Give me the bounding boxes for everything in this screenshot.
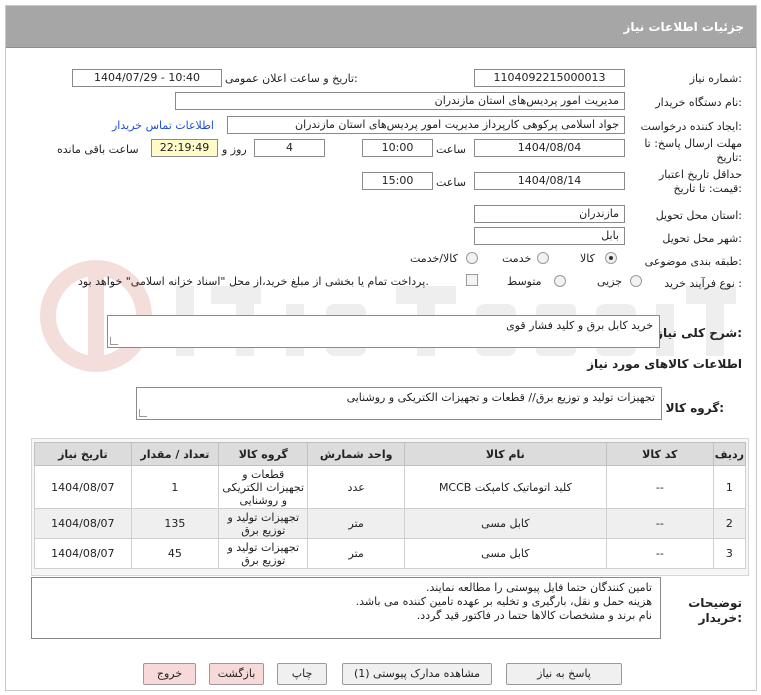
goods-group-text: تجهیزات تولید و توزیع برق// قطعات و تجهی… bbox=[346, 391, 655, 404]
goods-section-title: اطلاعات کالاهای مورد نیاز bbox=[587, 357, 742, 371]
col-header-group: گروه کالا bbox=[218, 442, 309, 466]
exit-button[interactable]: خروج bbox=[143, 663, 196, 685]
cell-code: -- bbox=[605, 538, 714, 569]
notes-textarea[interactable]: تامین کنندگان حتما فایل پیوستی را مطالعه… bbox=[31, 577, 661, 639]
cell-qty: 135 bbox=[130, 508, 220, 539]
price-validity-label-1: حداقل تاریخ اعتبار bbox=[658, 168, 742, 181]
need-details-panel: جزئیات اطلاعات نیاز شماره نیاز: 11040922… bbox=[5, 5, 757, 691]
items-table: ردیف کد کالا نام کالا واحد شمارش گروه کا… bbox=[34, 442, 747, 569]
cell-unit: متر bbox=[307, 508, 405, 539]
price-validity-time-field[interactable]: 15:00 bbox=[362, 172, 433, 190]
purchase-type-label: نوع فرآیند خرید : bbox=[664, 277, 742, 290]
cell-name: کابل مسی bbox=[403, 508, 607, 539]
cell-qty: 45 bbox=[130, 538, 220, 569]
buyer-org-label: نام دستگاه خریدار: bbox=[655, 96, 742, 109]
cell-row: 1 bbox=[712, 465, 747, 509]
print-button[interactable]: چاپ bbox=[277, 663, 327, 685]
category-radio-service[interactable] bbox=[537, 252, 549, 264]
category-label: طبقه بندی موضوعی: bbox=[644, 255, 742, 268]
price-validity-label-2: قیمت: تا تاریخ: bbox=[673, 182, 742, 195]
treasury-payment-note: پرداخت تمام یا بخشی از مبلغ خرید،از محل … bbox=[78, 275, 429, 288]
notes-line: نام برند و مشخصات کالاها حتما در فاکتور … bbox=[416, 609, 652, 622]
announce-date-field[interactable]: 1404/07/29 - 10:40 bbox=[72, 69, 222, 87]
buyer-org-field[interactable]: مدیریت امور پردیس‌های استان مازندران bbox=[175, 92, 625, 110]
notes-label-2: خریدار: bbox=[698, 611, 742, 625]
remaining-time-field[interactable]: 22:19:49 bbox=[151, 139, 218, 157]
goods-group-textarea[interactable]: تجهیزات تولید و توزیع برق// قطعات و تجهی… bbox=[136, 387, 662, 420]
announce-date-label: تاریخ و ساعت اعلان عمومی: bbox=[225, 72, 358, 85]
table-row[interactable]: 3 -- کابل مسی متر تجهیزات تولید و توزیع … bbox=[34, 538, 747, 569]
cell-row: 3 bbox=[712, 538, 747, 569]
reply-date-field[interactable]: 1404/08/04 bbox=[474, 139, 625, 157]
cell-code: -- bbox=[605, 508, 714, 539]
table-row[interactable]: 2 -- کابل مسی متر تجهیزات تولید و توزیع … bbox=[34, 508, 747, 539]
requester-field[interactable]: جواد اسلامی پرکوهی کارپرداز مدیریت امور … bbox=[227, 116, 625, 134]
col-header-date: تاریخ نیاز bbox=[34, 442, 132, 466]
cell-code: -- bbox=[605, 465, 714, 509]
description-label: شرح کلی نیاز: bbox=[656, 326, 742, 340]
cell-date: 1404/08/07 bbox=[34, 465, 132, 509]
notes-label-1: توضیحات bbox=[688, 596, 742, 610]
col-header-code: کد کالا bbox=[605, 442, 714, 466]
panel-title: جزئیات اطلاعات نیاز bbox=[623, 20, 744, 34]
col-header-qty: تعداد / مقدار bbox=[130, 442, 220, 466]
remaining-days-field[interactable]: 4 bbox=[254, 139, 325, 157]
resize-handle-icon[interactable] bbox=[139, 409, 147, 417]
cell-group: تجهیزات تولید و توزیع برق bbox=[218, 538, 309, 569]
cell-row: 2 bbox=[712, 508, 747, 539]
city-field[interactable]: بابل bbox=[474, 227, 625, 245]
cell-date: 1404/08/07 bbox=[34, 508, 132, 539]
cell-qty: 1 bbox=[130, 465, 220, 509]
category-option-service: خدمت bbox=[502, 252, 532, 265]
cell-unit: متر bbox=[307, 538, 405, 569]
category-radio-goods-service[interactable] bbox=[466, 252, 478, 264]
purchase-radio-medium[interactable] bbox=[554, 275, 566, 287]
province-field[interactable]: مازندران bbox=[474, 205, 625, 223]
treasury-payment-checkbox[interactable] bbox=[466, 274, 478, 286]
reply-deadline-label-1: مهلت ارسال پاسخ: تا bbox=[644, 137, 742, 150]
need-number-field[interactable]: 1104092215000013 bbox=[474, 69, 625, 87]
cell-group: تجهیزات تولید و توزیع برق bbox=[218, 508, 309, 539]
purchase-option-medium: متوسط bbox=[507, 275, 542, 288]
col-header-unit: واحد شمارش bbox=[307, 442, 405, 466]
price-validity-date-field[interactable]: 1404/08/14 bbox=[474, 172, 625, 190]
category-radio-goods[interactable] bbox=[605, 252, 617, 264]
purchase-radio-minor[interactable] bbox=[630, 275, 642, 287]
reply-deadline-label-2: تاریخ: bbox=[716, 151, 742, 164]
col-header-row: ردیف bbox=[712, 442, 747, 466]
cell-group: قطعات و تجهیزات الکتریکی و روشنایی bbox=[218, 465, 309, 509]
reply-button[interactable]: پاسخ به نیاز bbox=[506, 663, 622, 685]
cell-name: کابل مسی bbox=[403, 538, 607, 569]
cell-date: 1404/08/07 bbox=[34, 538, 132, 569]
buyer-contact-link[interactable]: اطلاعات تماس خریدار bbox=[112, 119, 214, 132]
table-header-row: ردیف کد کالا نام کالا واحد شمارش گروه کا… bbox=[34, 442, 747, 466]
days-label: روز و bbox=[222, 143, 247, 156]
resize-handle-icon[interactable] bbox=[110, 337, 118, 345]
description-textarea[interactable]: خرید کابل برق و کلید فشار قوی bbox=[107, 315, 660, 348]
reply-time-label: ساعت bbox=[436, 143, 466, 156]
remaining-time-label: ساعت باقی مانده bbox=[57, 143, 139, 156]
panel-header: جزئیات اطلاعات نیاز bbox=[6, 6, 756, 48]
city-label: شهر محل تحویل: bbox=[662, 232, 742, 245]
goods-group-label: گروه کالا: bbox=[665, 401, 724, 415]
need-number-label: شماره نیاز: bbox=[689, 72, 742, 85]
reply-time-field[interactable]: 10:00 bbox=[362, 139, 433, 157]
category-option-goods-service: کالا/خدمت bbox=[410, 252, 458, 265]
price-validity-time-label: ساعت bbox=[436, 176, 466, 189]
notes-line: تامین کنندگان حتما فایل پیوستی را مطالعه… bbox=[425, 581, 652, 594]
notes-line: هزینه حمل و نقل، بارگیری و تخلیه بر عهده… bbox=[355, 595, 652, 608]
province-label: استان محل تحویل: bbox=[655, 209, 742, 222]
description-text: خرید کابل برق و کلید فشار قوی bbox=[506, 319, 653, 332]
col-header-name: نام کالا bbox=[403, 442, 607, 466]
purchase-option-minor: جزیی bbox=[597, 275, 623, 288]
back-button[interactable]: بازگشت bbox=[209, 663, 264, 685]
category-option-goods: کالا bbox=[580, 252, 595, 265]
cell-name: کلید اتوماتیک کامپکت MCCB bbox=[403, 465, 607, 509]
requester-label: ایجاد کننده درخواست: bbox=[640, 120, 742, 133]
table-row[interactable]: 1 -- کلید اتوماتیک کامپکت MCCB عدد قطعات… bbox=[34, 465, 747, 509]
view-attachments-button[interactable]: مشاهده مدارک پیوستی (1) bbox=[342, 663, 492, 685]
cell-unit: عدد bbox=[307, 465, 405, 509]
